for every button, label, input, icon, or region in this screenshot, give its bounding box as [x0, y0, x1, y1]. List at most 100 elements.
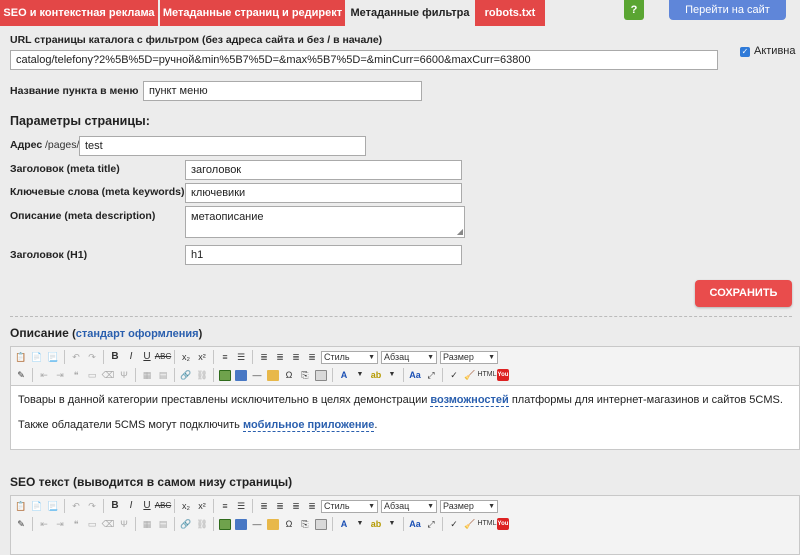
- omega-icon[interactable]: Ω: [282, 368, 296, 382]
- align-justify-icon[interactable]: ≣: [305, 350, 319, 364]
- numbered-list-icon[interactable]: ≡: [218, 499, 232, 513]
- superscript-button[interactable]: x²: [195, 350, 209, 364]
- url-input[interactable]: catalog/telefony?2%5B%5D=ручной&min%5B7%…: [10, 50, 718, 70]
- subscript-button[interactable]: x₂: [179, 350, 193, 364]
- table-icon[interactable]: ▦: [140, 517, 154, 531]
- description-content[interactable]: Товары в данной категории преставлены ис…: [11, 385, 799, 449]
- cell-icon[interactable]: ▤: [156, 368, 170, 382]
- italic-button[interactable]: I: [124, 350, 138, 364]
- resize-grip-icon[interactable]: ◢: [457, 228, 463, 236]
- align-center-icon[interactable]: ≣: [273, 499, 287, 513]
- maximize-icon[interactable]: ⤢: [424, 368, 438, 382]
- tab-filter-metadata[interactable]: Метаданные фильтра: [345, 0, 475, 26]
- tab-seo-advertising[interactable]: SEO и контекстная реклама: [0, 0, 158, 26]
- folder-icon[interactable]: [266, 517, 280, 531]
- unlink-icon[interactable]: ⛓: [195, 517, 209, 531]
- youtube-icon[interactable]: You: [497, 369, 509, 381]
- undo-icon[interactable]: ↶: [69, 499, 83, 513]
- format-remove-icon[interactable]: ⌫: [101, 517, 115, 531]
- align-right-icon[interactable]: ≣: [289, 350, 303, 364]
- features-link[interactable]: возможностей: [430, 394, 509, 407]
- mobile-app-link[interactable]: мобильное приложение: [242, 419, 375, 432]
- format-combo[interactable]: Абзац ▼: [381, 499, 437, 513]
- paste-text-icon[interactable]: 📄: [30, 350, 44, 364]
- div-container-icon[interactable]: ▭: [85, 517, 99, 531]
- active-checkbox[interactable]: ✓: [740, 47, 750, 57]
- paste-word-icon[interactable]: 📃: [46, 350, 60, 364]
- help-button[interactable]: ?: [624, 0, 644, 20]
- tab-robots[interactable]: robots.txt: [475, 0, 545, 26]
- align-left-icon[interactable]: ≣: [257, 499, 271, 513]
- indent-icon[interactable]: ⇥: [53, 517, 67, 531]
- chevron-down-icon[interactable]: ▼: [385, 517, 399, 531]
- menu-name-input[interactable]: пункт меню: [143, 81, 422, 101]
- redo-icon[interactable]: ↷: [85, 350, 99, 364]
- bulleted-list-icon[interactable]: ☰: [234, 350, 248, 364]
- flash-icon[interactable]: [234, 368, 248, 382]
- paste-icon[interactable]: 📋: [14, 499, 28, 513]
- find-icon[interactable]: Aa: [408, 517, 422, 531]
- h1-input[interactable]: h1: [185, 245, 462, 265]
- meta-description-textarea[interactable]: метаописание ◢: [185, 206, 465, 238]
- cell-icon[interactable]: ▤: [156, 517, 170, 531]
- spellcheck-icon[interactable]: ✓: [447, 517, 461, 531]
- paste-icon[interactable]: 📋: [14, 350, 28, 364]
- style-combo[interactable]: Стиль ▼: [321, 499, 378, 513]
- special-icon[interactable]: Ψ: [117, 368, 131, 382]
- format-combo[interactable]: Абзац ▼: [381, 350, 437, 364]
- align-right-icon[interactable]: ≣: [289, 499, 303, 513]
- format-remove-icon[interactable]: ⌫: [101, 368, 115, 382]
- strike-button[interactable]: ABC: [155, 350, 171, 364]
- style-combo[interactable]: Стиль ▼: [321, 350, 378, 364]
- link-icon[interactable]: 🔗: [179, 517, 193, 531]
- size-combo[interactable]: Размер ▼: [440, 499, 498, 513]
- image-icon[interactable]: [218, 517, 232, 531]
- text-color-icon[interactable]: A: [337, 368, 351, 382]
- bold-button[interactable]: B: [108, 350, 122, 364]
- meta-title-input[interactable]: заголовок: [185, 160, 462, 180]
- address-input[interactable]: test: [79, 136, 366, 156]
- paste-word-icon[interactable]: 📃: [46, 499, 60, 513]
- italic-button[interactable]: I: [124, 499, 138, 513]
- redo-icon[interactable]: ↷: [85, 499, 99, 513]
- bg-color-icon[interactable]: ab: [369, 517, 383, 531]
- chevron-down-icon[interactable]: ▼: [353, 517, 367, 531]
- spellcheck-icon[interactable]: ✓: [447, 368, 461, 382]
- underline-button[interactable]: U: [140, 350, 154, 364]
- align-left-icon[interactable]: ≣: [257, 350, 271, 364]
- underline-button[interactable]: U: [140, 499, 154, 513]
- paste-text-icon[interactable]: 📄: [30, 499, 44, 513]
- image-icon[interactable]: [218, 368, 232, 382]
- blockquote-icon[interactable]: ❝: [69, 517, 83, 531]
- source-html-button[interactable]: HTML: [477, 368, 496, 382]
- edit-icon[interactable]: ✎: [14, 517, 28, 531]
- meta-keywords-input[interactable]: ключевики: [185, 183, 462, 203]
- outdent-icon[interactable]: ⇤: [37, 368, 51, 382]
- find-icon[interactable]: Aa: [408, 368, 422, 382]
- undo-icon[interactable]: ↶: [69, 350, 83, 364]
- horizontal-rule-icon[interactable]: ―: [250, 517, 264, 531]
- superscript-button[interactable]: x²: [195, 499, 209, 513]
- youtube-icon[interactable]: You: [497, 518, 509, 530]
- strike-button[interactable]: ABC: [155, 499, 171, 513]
- horizontal-rule-icon[interactable]: ―: [250, 368, 264, 382]
- page-break-icon[interactable]: ⎘: [298, 517, 312, 531]
- page-break-icon[interactable]: ⎘: [298, 368, 312, 382]
- edit-icon[interactable]: ✎: [14, 368, 28, 382]
- bold-button[interactable]: B: [108, 499, 122, 513]
- template-icon[interactable]: [314, 517, 328, 531]
- bulleted-list-icon[interactable]: ☰: [234, 499, 248, 513]
- special-icon[interactable]: Ψ: [117, 517, 131, 531]
- unlink-icon[interactable]: ⛓: [195, 368, 209, 382]
- chevron-down-icon[interactable]: ▼: [353, 368, 367, 382]
- align-justify-icon[interactable]: ≣: [305, 499, 319, 513]
- numbered-list-icon[interactable]: ≡: [218, 350, 232, 364]
- clean-icon[interactable]: 🧹: [463, 517, 477, 531]
- size-combo[interactable]: Размер ▼: [440, 350, 498, 364]
- div-container-icon[interactable]: ▭: [85, 368, 99, 382]
- maximize-icon[interactable]: ⤢: [424, 517, 438, 531]
- source-html-button[interactable]: HTML: [477, 517, 496, 531]
- table-icon[interactable]: ▦: [140, 368, 154, 382]
- chevron-down-icon[interactable]: ▼: [385, 368, 399, 382]
- text-color-icon[interactable]: A: [337, 517, 351, 531]
